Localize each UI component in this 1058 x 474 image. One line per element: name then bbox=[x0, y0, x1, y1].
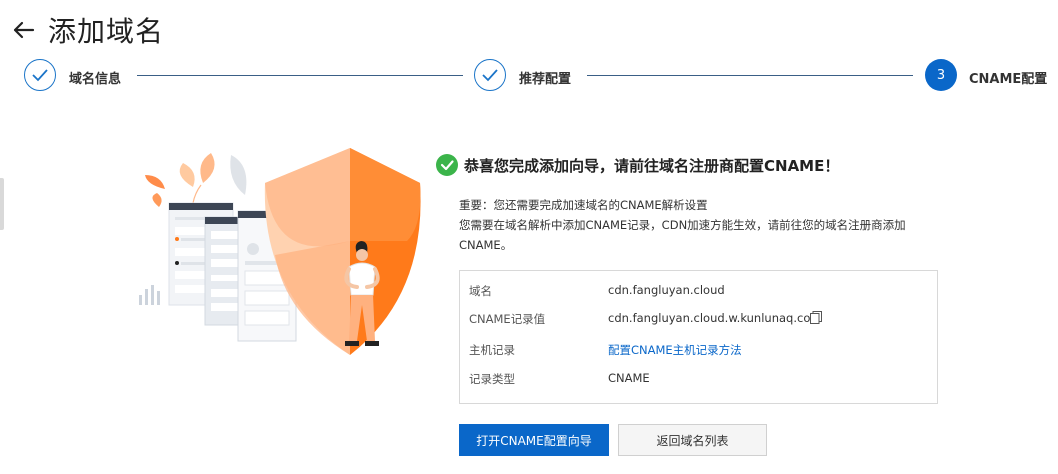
cname-label: CNAME记录值 bbox=[469, 312, 546, 326]
check-icon bbox=[32, 69, 48, 82]
host-label: 主机记录 bbox=[469, 343, 515, 357]
success-illustration bbox=[139, 148, 421, 355]
host-config-link[interactable]: 配置CNAME主机记录方法 bbox=[608, 342, 742, 358]
cname-info-panel: 域名 cdn.fangluyan.cloud CNAME记录值 cdn.fang… bbox=[459, 270, 938, 404]
cname-value: cdn.fangluyan.cloud.w.kunlunaq.com bbox=[608, 311, 822, 325]
domain-row: 域名 cdn.fangluyan.cloud bbox=[460, 283, 937, 303]
step-2-label: 推荐配置 bbox=[519, 72, 572, 87]
side-collapse-handle[interactable] bbox=[0, 178, 4, 230]
copy-icon[interactable] bbox=[809, 310, 823, 324]
step-3-active-circle: 3 bbox=[925, 59, 957, 91]
add-domain-page: 添加域名 域名信息 推荐配置 3 CNAME配置 恭喜您完成添加向导，请前往域名… bbox=[0, 0, 1058, 474]
host-row: 主机记录 配置CNAME主机记录方法 bbox=[460, 342, 937, 362]
arrow-left-icon bbox=[13, 21, 35, 39]
important-note: 重要：您还需要完成加速域名的CNAME解析设置 bbox=[459, 198, 708, 212]
domain-label: 域名 bbox=[469, 284, 492, 298]
instruction-text-cont: CNAME。 bbox=[459, 238, 513, 252]
page-title: 添加域名 bbox=[48, 15, 165, 48]
back-to-domain-list-button[interactable]: 返回域名列表 bbox=[618, 424, 767, 456]
domain-value: cdn.fangluyan.cloud bbox=[608, 283, 725, 297]
step-connector bbox=[137, 75, 463, 76]
type-value: CNAME bbox=[608, 371, 650, 385]
step-connector bbox=[587, 75, 913, 76]
success-check-icon bbox=[436, 154, 458, 176]
step-indicator: 域名信息 推荐配置 3 CNAME配置 bbox=[0, 58, 1058, 96]
instruction-text: 您需要在域名解析中添加CNAME记录，CDN加速方能生效，请前往您的域名注册商添… bbox=[459, 218, 906, 232]
check-icon bbox=[482, 69, 498, 82]
step-1-label: 域名信息 bbox=[69, 72, 122, 87]
type-label: 记录类型 bbox=[469, 372, 515, 386]
type-row: 记录类型 CNAME bbox=[460, 371, 937, 391]
open-cname-wizard-button[interactable]: 打开CNAME配置向导 bbox=[459, 424, 609, 456]
step-3-label: CNAME配置 bbox=[969, 72, 1048, 87]
page-header: 添加域名 bbox=[10, 10, 164, 50]
step-2-done-circle bbox=[474, 59, 506, 91]
back-button[interactable] bbox=[10, 16, 38, 44]
success-title: 恭喜您完成添加向导，请前往域名注册商配置CNAME！ bbox=[464, 156, 840, 175]
success-message: 恭喜您完成添加向导，请前往域名注册商配置CNAME！ bbox=[436, 154, 839, 176]
cname-row: CNAME记录值 cdn.fangluyan.cloud.w.kunlunaq.… bbox=[460, 311, 937, 331]
bar-decoration bbox=[139, 285, 160, 305]
step-1-done-circle bbox=[24, 59, 56, 91]
leaf-decoration bbox=[145, 153, 215, 207]
